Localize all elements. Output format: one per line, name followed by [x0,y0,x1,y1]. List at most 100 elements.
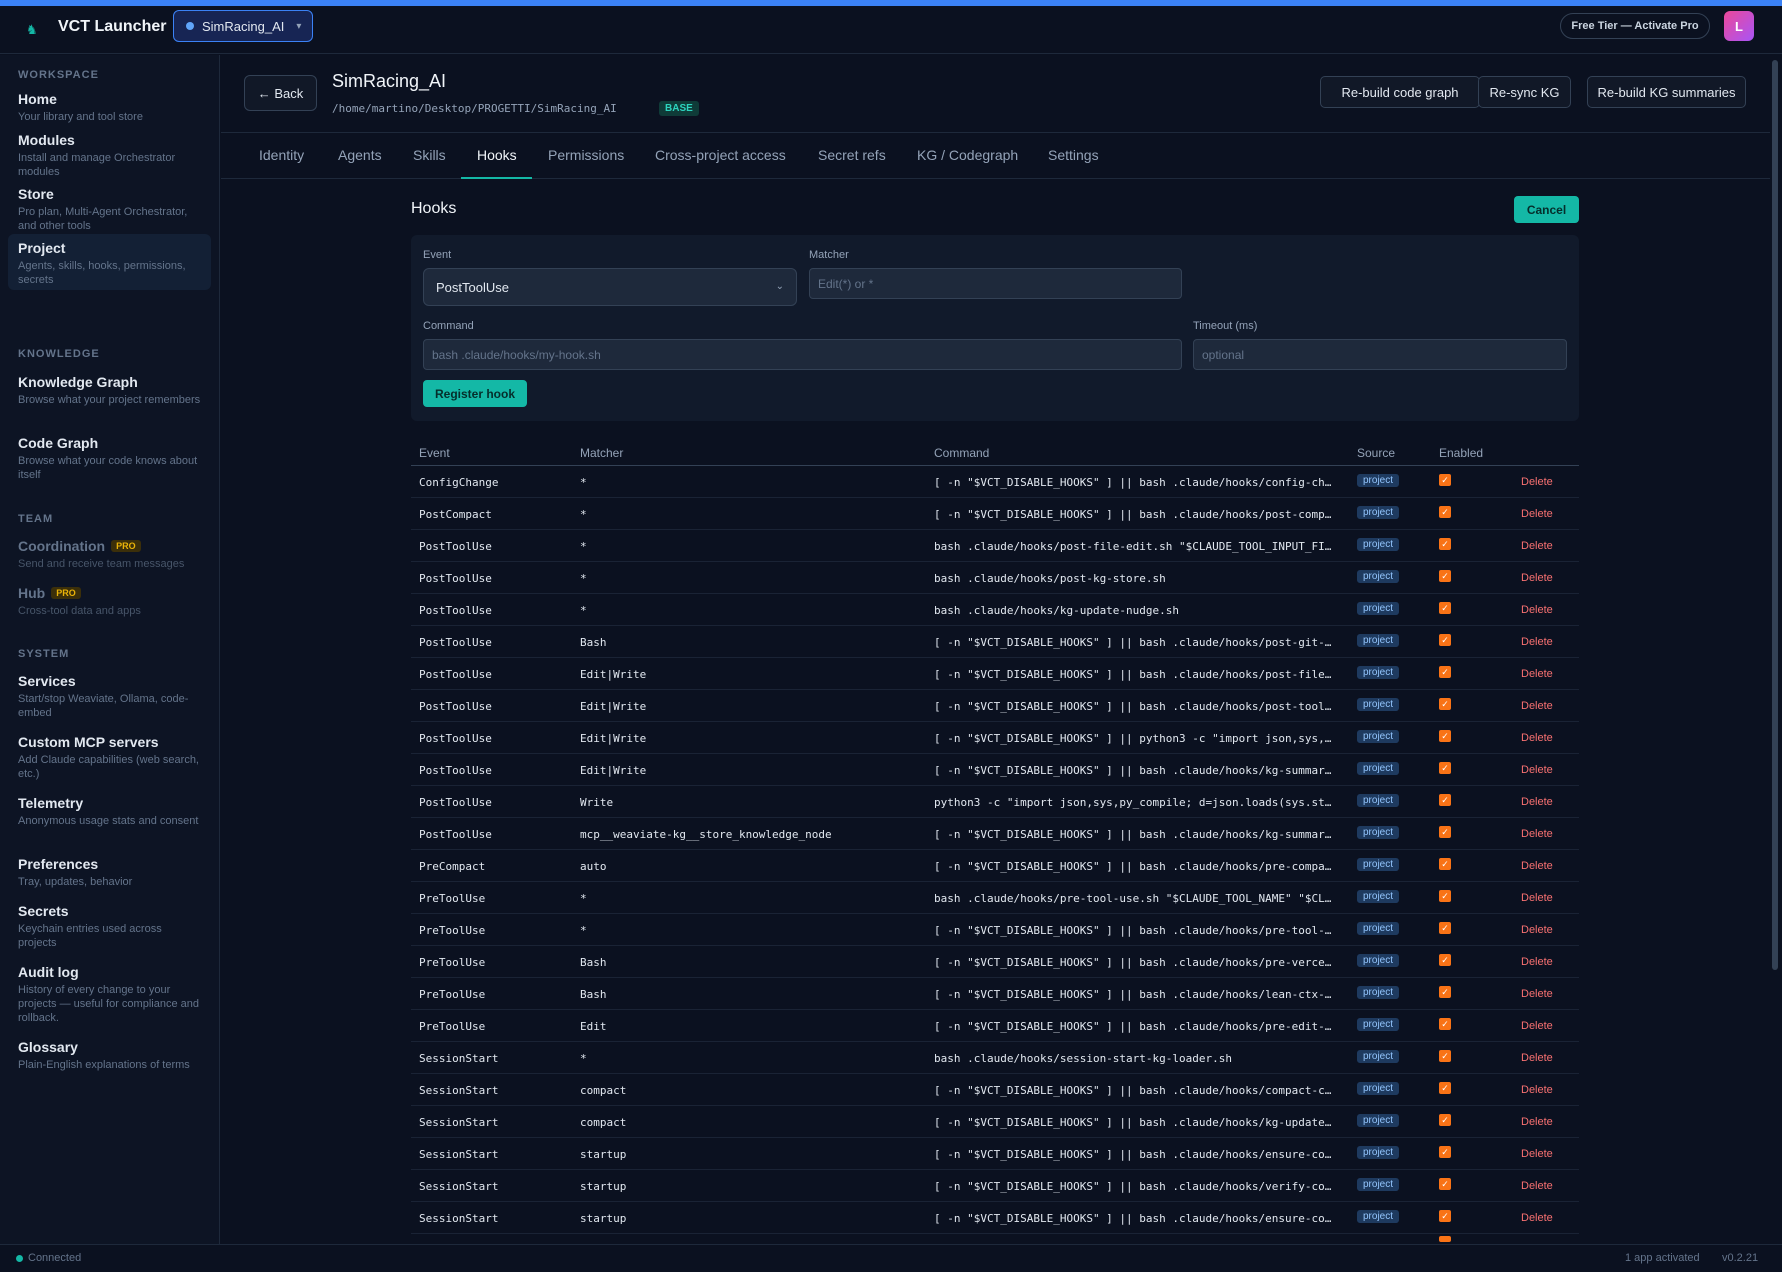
enabled-checkbox[interactable]: ✓ [1439,762,1451,774]
hook-command: [ -n "$VCT_DISABLE_HOOKS" ] || bash .cla… [934,668,1336,681]
sidebar-item-modules[interactable]: Modules Install and manage Orchestrator … [8,126,211,185]
timeout-input[interactable] [1193,339,1567,370]
enabled-checkbox[interactable]: ✓ [1439,826,1451,838]
enabled-checkbox[interactable]: ✓ [1439,954,1451,966]
enabled-checkbox[interactable]: ✓ [1439,634,1451,646]
sidebar-item-project[interactable]: Project Agents, skills, hooks, permissio… [8,234,211,290]
delete-button[interactable]: Delete [1521,1116,1553,1128]
delete-button[interactable]: Delete [1521,732,1553,744]
source-badge: project [1357,858,1400,871]
tab-identity[interactable]: Identity [259,147,304,163]
timeout-label: Timeout (ms) [1193,320,1258,332]
delete-button[interactable]: Delete [1521,700,1553,712]
activate-pro-button[interactable]: Free Tier — Activate Pro [1560,13,1710,39]
hook-command: [ -n "$VCT_DISABLE_HOOKS" ] || bash .cla… [934,828,1336,841]
sidebar-item-knowledge-graph[interactable]: Knowledge Graph Browse what your project… [8,368,211,413]
sidebar-item-glossary[interactable]: Glossary Plain-English explanations of t… [8,1033,211,1078]
rebuild-kg-summaries-button[interactable]: Re-build KG summaries [1587,76,1746,108]
enabled-checkbox[interactable]: ✓ [1439,506,1451,518]
delete-button[interactable]: Delete [1521,1084,1553,1096]
enabled-checkbox[interactable]: ✓ [1439,1210,1451,1222]
matcher-input[interactable] [809,268,1182,299]
delete-button[interactable]: Delete [1521,860,1553,872]
delete-button[interactable]: Delete [1521,1212,1553,1224]
tab-secret-refs[interactable]: Secret refs [818,147,886,163]
enabled-checkbox[interactable]: ✓ [1439,1050,1451,1062]
sidebar-item-audit-log[interactable]: Audit log History of every change to you… [8,958,211,1031]
enabled-checkbox[interactable]: ✓ [1439,1082,1451,1094]
enabled-checkbox[interactable] [1439,1236,1451,1242]
delete-button[interactable]: Delete [1521,572,1553,584]
delete-button[interactable]: Delete [1521,1020,1553,1032]
enabled-checkbox[interactable]: ✓ [1439,730,1451,742]
delete-button[interactable]: Delete [1521,828,1553,840]
enabled-checkbox[interactable]: ✓ [1439,890,1451,902]
delete-button[interactable]: Delete [1521,604,1553,616]
delete-button[interactable]: Delete [1521,956,1553,968]
user-avatar[interactable]: L [1724,11,1754,41]
delete-button[interactable]: Delete [1521,540,1553,552]
project-switcher[interactable]: SimRacing_AI ▾ [173,10,313,42]
register-hook-button[interactable]: Register hook [423,380,527,407]
enabled-checkbox[interactable]: ✓ [1439,1178,1451,1190]
table-row: PostToolUse Edit|Write [ -n "$VCT_DISABLE_… [411,658,1579,690]
delete-button[interactable]: Delete [1521,476,1553,488]
delete-button[interactable]: Delete [1521,796,1553,808]
enabled-checkbox[interactable]: ✓ [1439,1114,1451,1126]
nav-subtitle: Add Claude capabilities (web search, etc… [18,754,199,780]
resync-kg-button[interactable]: Re-sync KG [1478,76,1571,108]
enabled-checkbox[interactable]: ✓ [1439,698,1451,710]
enabled-checkbox[interactable]: ✓ [1439,794,1451,806]
enabled-checkbox[interactable]: ✓ [1439,666,1451,678]
sidebar-item-custom-mcp-servers[interactable]: Custom MCP servers Add Claude capabiliti… [8,728,211,787]
tab-permissions[interactable]: Permissions [548,147,624,163]
sidebar-item-store[interactable]: Store Pro plan, Multi-Agent Orchestrator… [8,180,211,239]
project-status-dot [186,22,194,30]
delete-button[interactable]: Delete [1521,1148,1553,1160]
event-select[interactable]: PostToolUse ⌄ [423,268,797,306]
sidebar-item-preferences[interactable]: Preferences Tray, updates, behavior [8,850,211,895]
delete-button[interactable]: Delete [1521,1052,1553,1064]
sidebar-item-hub[interactable]: Hub PRO Cross-tool data and apps [8,579,211,624]
command-input[interactable] [423,339,1182,370]
sidebar-item-services[interactable]: Services Start/stop Weaviate, Ollama, co… [8,667,211,726]
delete-button[interactable]: Delete [1521,892,1553,904]
rebuild-code-graph-button[interactable]: Re-build code graph [1320,76,1480,108]
sidebar-item-coordination[interactable]: Coordination PRO Send and receive team me… [8,532,211,577]
enabled-checkbox[interactable]: ✓ [1439,602,1451,614]
tab-agents[interactable]: Agents [338,147,382,163]
enabled-checkbox[interactable]: ✓ [1439,570,1451,582]
sidebar-item-telemetry[interactable]: Telemetry Anonymous usage stats and cons… [8,789,211,834]
enabled-checkbox[interactable]: ✓ [1439,922,1451,934]
delete-button[interactable]: Delete [1521,764,1553,776]
sidebar-item-code-graph[interactable]: Code Graph Browse what your code knows a… [8,429,211,488]
tab-cross-project-access[interactable]: Cross-project access [655,147,786,163]
enabled-checkbox[interactable]: ✓ [1439,858,1451,870]
tab-kg-codegraph[interactable]: KG / Codegraph [917,147,1018,163]
sidebar-item-secrets[interactable]: Secrets Keychain entries used across pro… [8,897,211,956]
tab-settings[interactable]: Settings [1048,147,1099,163]
source-badge: project [1357,826,1400,839]
delete-button[interactable]: Delete [1521,1180,1553,1192]
delete-button[interactable]: Delete [1521,636,1553,648]
hook-event: PostToolUse [419,604,492,617]
source-badge: project [1357,538,1400,551]
tab-hooks[interactable]: Hooks [477,147,517,163]
delete-button[interactable]: Delete [1521,924,1553,936]
cancel-button[interactable]: Cancel [1514,196,1579,223]
enabled-checkbox[interactable]: ✓ [1439,538,1451,550]
enabled-checkbox[interactable]: ✓ [1439,1146,1451,1158]
table-row: PostToolUse * bash .claude/hooks/post-file… [411,530,1579,562]
tab-skills[interactable]: Skills [413,147,446,163]
sidebar-item-home[interactable]: Home Your library and tool store [8,85,211,130]
enabled-checkbox[interactable]: ✓ [1439,1018,1451,1030]
delete-button[interactable]: Delete [1521,508,1553,520]
enabled-checkbox[interactable]: ✓ [1439,986,1451,998]
enabled-checkbox[interactable]: ✓ [1439,474,1451,486]
back-button[interactable]: ← Back [244,75,317,111]
delete-button[interactable]: Delete [1521,668,1553,680]
delete-button[interactable]: Delete [1521,988,1553,1000]
nav-title-text: Coordination [18,538,106,554]
hook-command: [ -n "$VCT_DISABLE_HOOKS" ] || bash .cla… [934,476,1336,489]
scrollbar-thumb[interactable] [1772,60,1778,970]
